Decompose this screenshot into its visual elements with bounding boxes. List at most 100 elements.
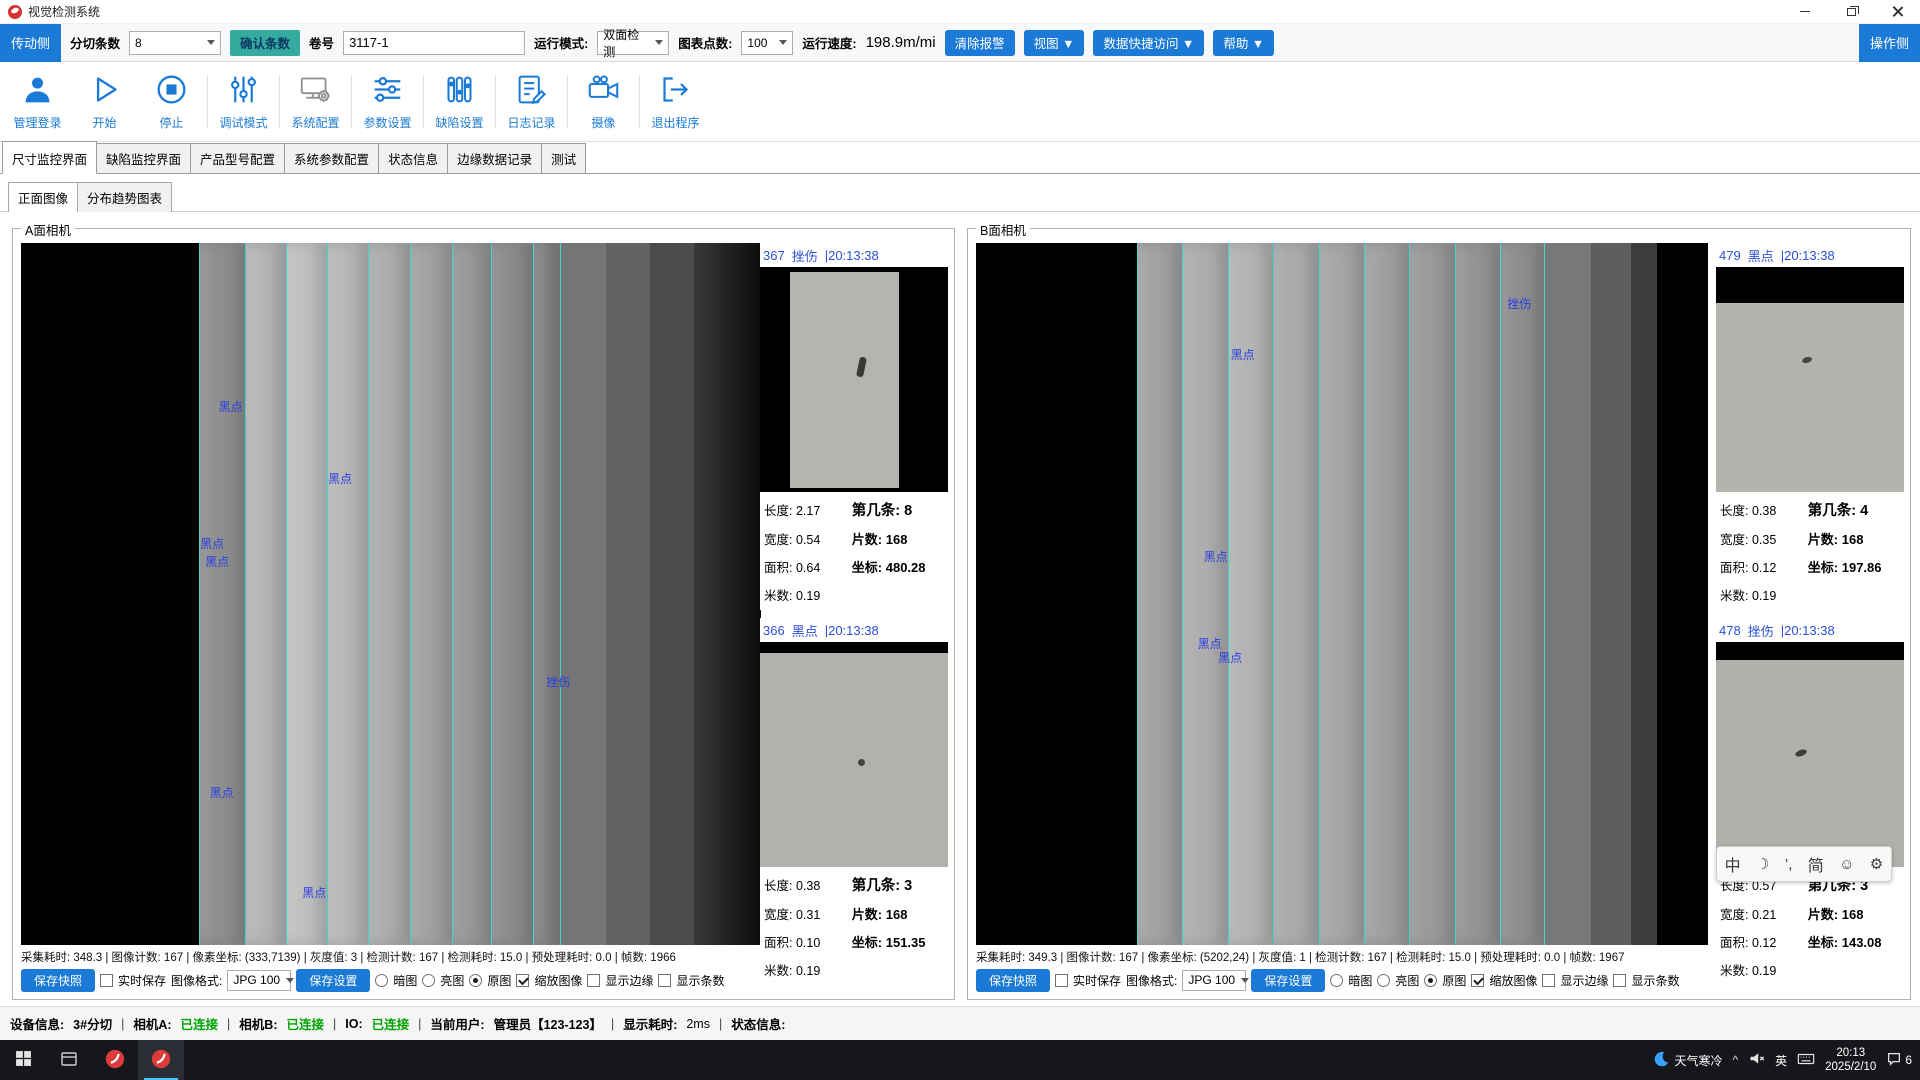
chevron-down-icon: [207, 40, 215, 45]
tool-exit[interactable]: 退出程序: [642, 66, 709, 138]
defect-annotation: 挫伤: [1507, 295, 1531, 312]
stop-icon: [155, 73, 188, 109]
original-image-radio-b[interactable]: [1424, 974, 1437, 987]
defect-annotation: 黑点: [210, 784, 234, 801]
display-time-value: 2ms: [686, 1017, 710, 1031]
weather-tray-item[interactable]: 天气寒冷: [1652, 1050, 1722, 1071]
drive-side-button[interactable]: 传动侧: [0, 24, 61, 62]
defect-stats: 长度: 0.38第几条: 3 宽度: 0.31片数: 168 面积: 0.10坐…: [760, 867, 948, 985]
roll-number-input[interactable]: [343, 31, 525, 55]
tool-defect-settings[interactable]: 缺陷设置: [426, 66, 493, 138]
tab-status-info[interactable]: 状态信息: [378, 143, 448, 173]
original-image-radio-a[interactable]: [469, 974, 482, 987]
show-strips-checkbox-a[interactable]: [658, 974, 671, 987]
tab-system-param-config[interactable]: 系统参数配置: [284, 143, 379, 173]
save-settings-button-a[interactable]: 保存设置: [296, 969, 370, 992]
zoom-image-checkbox-a[interactable]: [516, 974, 529, 987]
ime-moon-icon[interactable]: ☽: [1756, 855, 1769, 873]
camera-b-image: 挫伤 黑点 黑点 黑点 黑点: [976, 243, 1708, 945]
strip: [491, 243, 533, 945]
defect-annotation: 黑点: [1218, 649, 1242, 666]
ime-punctuation-toggle[interactable]: ’,: [1785, 856, 1793, 873]
show-edge-checkbox-b[interactable]: [1542, 974, 1555, 987]
defect-card[interactable]: 366 黑点 |20:13:38 长度: 0.38第几条: 3 宽度: 0.31…: [760, 618, 948, 985]
zoom-image-checkbox-b[interactable]: [1471, 974, 1484, 987]
realtime-save-checkbox-a[interactable]: [100, 974, 113, 987]
ime-language-indicator[interactable]: 英: [1775, 1052, 1787, 1069]
strip: [1273, 243, 1318, 945]
thumb-mark: [858, 759, 865, 766]
defect-id: 479: [1719, 248, 1741, 263]
touch-keyboard-icon[interactable]: [1797, 1050, 1815, 1071]
tab-size-monitor[interactable]: 尺寸监控界面: [2, 141, 97, 174]
subtab-front-image[interactable]: 正面图像: [8, 182, 78, 212]
defect-thumbnail: [760, 642, 948, 867]
tool-admin-login[interactable]: 管理登录: [4, 66, 71, 138]
show-edge-checkbox-a[interactable]: [587, 974, 600, 987]
help-menu-button[interactable]: 帮助 ▼: [1213, 30, 1274, 56]
defect-type: 黑点: [1748, 246, 1774, 265]
tool-start[interactable]: 开始: [71, 66, 138, 138]
ime-language-toggle[interactable]: 中: [1725, 852, 1741, 876]
tool-parameter-settings[interactable]: 参数设置: [354, 66, 421, 138]
realtime-save-checkbox-b[interactable]: [1055, 974, 1068, 987]
bright-image-radio-b[interactable]: [1377, 974, 1390, 987]
save-settings-button-b[interactable]: 保存设置: [1251, 969, 1325, 992]
ime-emoji-icon[interactable]: ☺: [1839, 856, 1854, 873]
start-button[interactable]: [0, 1040, 46, 1080]
defect-card[interactable]: 478 挫伤 |20:13:38 长度: 0.57第几条: 3 宽度: 0.21…: [1716, 618, 1904, 985]
tab-defect-monitor[interactable]: 缺陷监控界面: [96, 143, 191, 173]
run-mode-select[interactable]: 双面检测: [597, 31, 669, 55]
thumb-patch: [1716, 303, 1904, 492]
taskbar-app-vision-system-icon[interactable]: [138, 1040, 184, 1080]
slit-count-label: 分切条数: [70, 33, 120, 52]
show-strips-checkbox-b[interactable]: [1613, 974, 1626, 987]
confirm-strips-button[interactable]: 确认条数: [230, 30, 300, 56]
clear-alarm-button[interactable]: 清除报警: [945, 30, 1015, 56]
data-quick-access-menu-button[interactable]: 数据快捷访问 ▼: [1093, 30, 1204, 56]
taskbar-pinned-app-icon[interactable]: [46, 1040, 92, 1080]
defect-card[interactable]: 367 挫伤 |20:13:38 长度: 2.17第几条: 8 宽度: 0.54…: [760, 243, 948, 610]
ime-settings-icon[interactable]: ⚙: [1870, 855, 1883, 873]
close-button[interactable]: [1874, 0, 1920, 24]
thumb-patch: [760, 653, 948, 867]
tool-stop[interactable]: 停止: [138, 66, 205, 138]
tab-product-model-config[interactable]: 产品型号配置: [190, 143, 285, 173]
camera-a-panel: A面相机 黑点 黑点 黑点 黑点 挫伤 黑点 黑点: [12, 228, 955, 1000]
operator-side-button[interactable]: 操作侧: [1859, 24, 1920, 62]
defect-annotation: 黑点: [302, 884, 326, 901]
ime-simplified-toggle[interactable]: 简: [1808, 852, 1824, 876]
defect-header: 479 黑点 |20:13:38: [1716, 243, 1904, 267]
taskbar-app-red-icon[interactable]: [92, 1040, 138, 1080]
maximize-button[interactable]: [1828, 0, 1874, 24]
subtab-trend-chart[interactable]: 分布趋势图表: [77, 182, 172, 212]
tool-camera[interactable]: 摄像: [570, 66, 637, 138]
save-snapshot-button-a[interactable]: 保存快照: [21, 969, 95, 992]
tab-edge-data-record[interactable]: 边缘数据记录: [447, 143, 542, 173]
speaker-muted-icon[interactable]: [1748, 1050, 1765, 1070]
slit-count-select[interactable]: 8: [129, 31, 221, 55]
minimize-button[interactable]: [1782, 0, 1828, 24]
taskbar-clock[interactable]: 20:13 2025/2/10: [1825, 1046, 1876, 1075]
strip: [368, 243, 410, 945]
hidden-icons-chevron[interactable]: ^: [1732, 1053, 1738, 1067]
tool-system-config[interactable]: 系统配置: [282, 66, 349, 138]
image-format-select-b[interactable]: JPG 100: [1182, 970, 1246, 991]
notification-center-button[interactable]: 6: [1886, 1051, 1912, 1070]
taskbar-time: 20:13: [1825, 1046, 1876, 1060]
dark-image-radio-b[interactable]: [1330, 974, 1343, 987]
defect-id: 366: [763, 623, 785, 638]
strip-dim: [1631, 243, 1657, 945]
chart-points-select[interactable]: 100: [741, 31, 793, 55]
image-format-select-a[interactable]: JPG 100: [227, 970, 291, 991]
tab-test[interactable]: 测试: [541, 143, 586, 173]
defect-card[interactable]: 479 黑点 |20:13:38 长度: 0.38第几条: 4 宽度: 0.35…: [1716, 243, 1904, 610]
dark-image-radio-a[interactable]: [375, 974, 388, 987]
tool-debug-mode[interactable]: 调试模式: [210, 66, 277, 138]
weather-text: 天气寒冷: [1674, 1052, 1722, 1069]
tool-log[interactable]: 日志记录: [498, 66, 565, 138]
toolbar-divider: [279, 75, 280, 129]
bright-image-radio-a[interactable]: [422, 974, 435, 987]
view-menu-button[interactable]: 视图 ▼: [1024, 30, 1085, 56]
save-snapshot-button-b[interactable]: 保存快照: [976, 969, 1050, 992]
